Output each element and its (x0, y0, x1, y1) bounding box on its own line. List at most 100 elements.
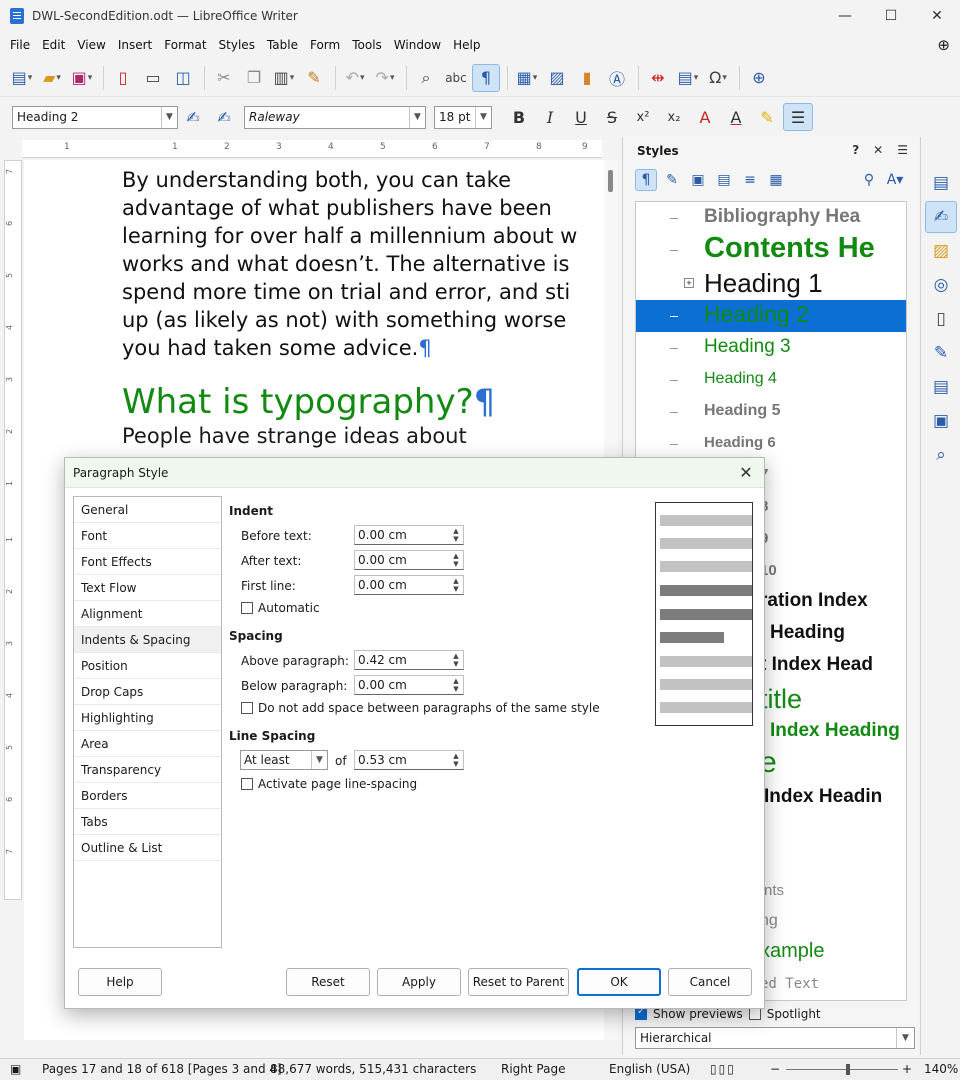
menu-file[interactable]: File (4, 38, 36, 52)
undo-icon[interactable]: ↶ (341, 64, 369, 92)
tab-area[interactable]: Area (74, 731, 221, 757)
reset-button[interactable]: Reset (286, 968, 370, 996)
zoom-out-button[interactable]: − (770, 1062, 780, 1076)
align-left-icon[interactable]: ☰ (783, 103, 813, 131)
redo-icon[interactable]: ↷ (371, 64, 399, 92)
insert-image-icon[interactable]: ▨ (543, 64, 571, 92)
help-icon[interactable]: ? (852, 143, 859, 157)
insert-field-icon[interactable]: ▤ (674, 64, 702, 92)
tab-position[interactable]: Position (74, 653, 221, 679)
style-item-selected[interactable]: Heading 2 (636, 300, 906, 332)
spotlight-checkbox[interactable] (748, 1008, 761, 1020)
menu-table[interactable]: Table (261, 38, 304, 52)
page-count[interactable]: Pages 17 and 18 of 618 [Pages 3 and 4] (42, 1062, 282, 1076)
style-actions-icon[interactable]: A▾ (884, 169, 906, 191)
new-style-icon[interactable]: ✍ (209, 103, 239, 131)
paragraph-styles-icon[interactable]: ¶ (635, 169, 657, 191)
tab-tabs[interactable]: Tabs (74, 809, 221, 835)
special-character-icon[interactable]: Ω (704, 64, 732, 92)
page-icon[interactable]: ▯ (925, 303, 957, 335)
find-replace-icon[interactable]: ⌕ (412, 64, 440, 92)
italic-icon[interactable]: I (535, 103, 565, 131)
design-icon[interactable]: ▣ (925, 405, 957, 437)
list-styles-icon[interactable]: ≡ (739, 169, 761, 191)
spin-arrows-icon[interactable]: ▲ ▼ (449, 751, 463, 769)
menu-styles[interactable]: Styles (213, 38, 261, 52)
font-size-combo[interactable]: 18 pt ▼ (434, 105, 492, 129)
below-paragraph-input[interactable]: 0.00 cm ▲ ▼ (354, 675, 464, 695)
insert-table-icon[interactable]: ▦ (513, 64, 541, 92)
tab-borders[interactable]: Borders (74, 783, 221, 809)
page-line-spacing-checkbox[interactable] (241, 778, 253, 790)
menu-form[interactable]: Form (304, 38, 346, 52)
tab-font-effects[interactable]: Font Effects (74, 549, 221, 575)
zoom-slider-handle[interactable] (846, 1064, 850, 1075)
insert-textbox-icon[interactable]: Ⓐ (603, 64, 631, 92)
menu-format[interactable]: Format (158, 38, 212, 52)
page-break-icon[interactable]: ⇹ (644, 64, 672, 92)
tab-indents-spacing[interactable]: Indents & Spacing (74, 627, 221, 653)
horizontal-ruler[interactable]: 1 1 2 3 4 5 6 7 8 9 (22, 140, 602, 158)
globe-icon[interactable]: ⊕ (937, 36, 950, 54)
strikethrough-icon[interactable]: S (597, 103, 627, 131)
style-filter-combo[interactable]: Hierarchical ▼ (635, 1027, 915, 1049)
word-count[interactable]: 88,677 words, 515,431 characters (270, 1062, 476, 1076)
view-layout-icon[interactable]: ▯▯▯ (710, 1062, 736, 1076)
chevron-down-icon[interactable]: ▼ (311, 751, 327, 769)
styles-deck-icon[interactable]: ✍ (925, 201, 957, 233)
style-item[interactable]: Heading 6 (636, 428, 906, 460)
chevron-down-icon[interactable]: ▼ (161, 106, 177, 128)
show-previews-checkbox[interactable] (635, 1006, 647, 1020)
tab-alignment[interactable]: Alignment (74, 601, 221, 627)
document-modified-icon[interactable]: ▣ (10, 1062, 21, 1076)
page-style-status[interactable]: Right Page (501, 1062, 565, 1076)
menu-window[interactable]: Window (388, 38, 447, 52)
font-color-icon[interactable]: A (721, 103, 751, 131)
zoom-level[interactable]: 140% (924, 1062, 958, 1076)
maximize-button[interactable]: ☐ (868, 0, 914, 32)
style-inspector-icon[interactable]: ✎ (925, 337, 957, 369)
frame-styles-icon[interactable]: ▣ (687, 169, 709, 191)
superscript-icon[interactable]: x² (628, 103, 658, 131)
tab-outline-list[interactable]: Outline & List (74, 835, 221, 861)
spin-arrows-icon[interactable]: ▲ ▼ (449, 576, 463, 594)
insert-chart-icon[interactable]: ▮ (573, 64, 601, 92)
table-styles-icon[interactable]: ▦ (765, 169, 787, 191)
character-styles-icon[interactable]: ✎ (661, 169, 683, 191)
save-icon[interactable]: ▣ (68, 64, 96, 92)
language-status[interactable]: English (USA) (609, 1062, 690, 1076)
font-name-combo[interactable]: Raleway ▼ (244, 105, 426, 129)
reset-to-parent-button[interactable]: Reset to Parent (468, 968, 569, 996)
bold-icon[interactable]: B (504, 103, 534, 131)
tab-font[interactable]: Font (74, 523, 221, 549)
expand-icon[interactable]: + (684, 278, 694, 288)
formatting-marks-icon[interactable]: ¶ (472, 63, 500, 92)
spelling-icon[interactable]: abc (442, 64, 470, 92)
document-heading[interactable]: What is typography?¶ (122, 382, 495, 422)
clone-formatting-icon[interactable]: ✎ (300, 64, 328, 92)
manage-changes-icon[interactable]: ▤ (925, 371, 957, 403)
minimize-button[interactable]: — (822, 0, 868, 32)
menu-view[interactable]: View (71, 38, 111, 52)
chevron-down-icon[interactable]: ▼ (475, 106, 491, 128)
tab-highlighting[interactable]: Highlighting (74, 705, 221, 731)
tab-general[interactable]: General (74, 497, 221, 523)
no-space-same-style-checkbox[interactable] (241, 702, 253, 714)
fill-format-icon[interactable]: ⚲ (858, 169, 880, 191)
style-item[interactable]: Heading 4 (636, 364, 906, 396)
update-style-icon[interactable]: ✍ (178, 103, 208, 131)
tab-transparency[interactable]: Transparency (74, 757, 221, 783)
body-paragraph[interactable]: By understanding both, you can take adva… (122, 166, 604, 362)
cut-icon[interactable]: ✂ (210, 64, 238, 92)
spin-arrows-icon[interactable]: ▲ ▼ (449, 651, 463, 669)
line-spacing-value-input[interactable]: 0.53 cm ▲ ▼ (354, 750, 464, 770)
style-item[interactable]: + Heading 1 (636, 268, 906, 300)
vertical-ruler[interactable]: 7 6 5 4 3 2 1 1 2 3 4 5 6 7 (4, 160, 22, 900)
print-icon[interactable]: ▭ (139, 64, 167, 92)
style-item[interactable]: Heading 3 (636, 332, 906, 364)
sidebar-menu-icon[interactable]: ☰ (897, 143, 908, 157)
close-icon[interactable]: ✕ (736, 463, 756, 482)
before-text-input[interactable]: 0.00 cm ▲ ▼ (354, 525, 464, 545)
properties-icon[interactable]: ▤ (925, 167, 957, 199)
navigator-icon[interactable]: ◎ (925, 269, 957, 301)
